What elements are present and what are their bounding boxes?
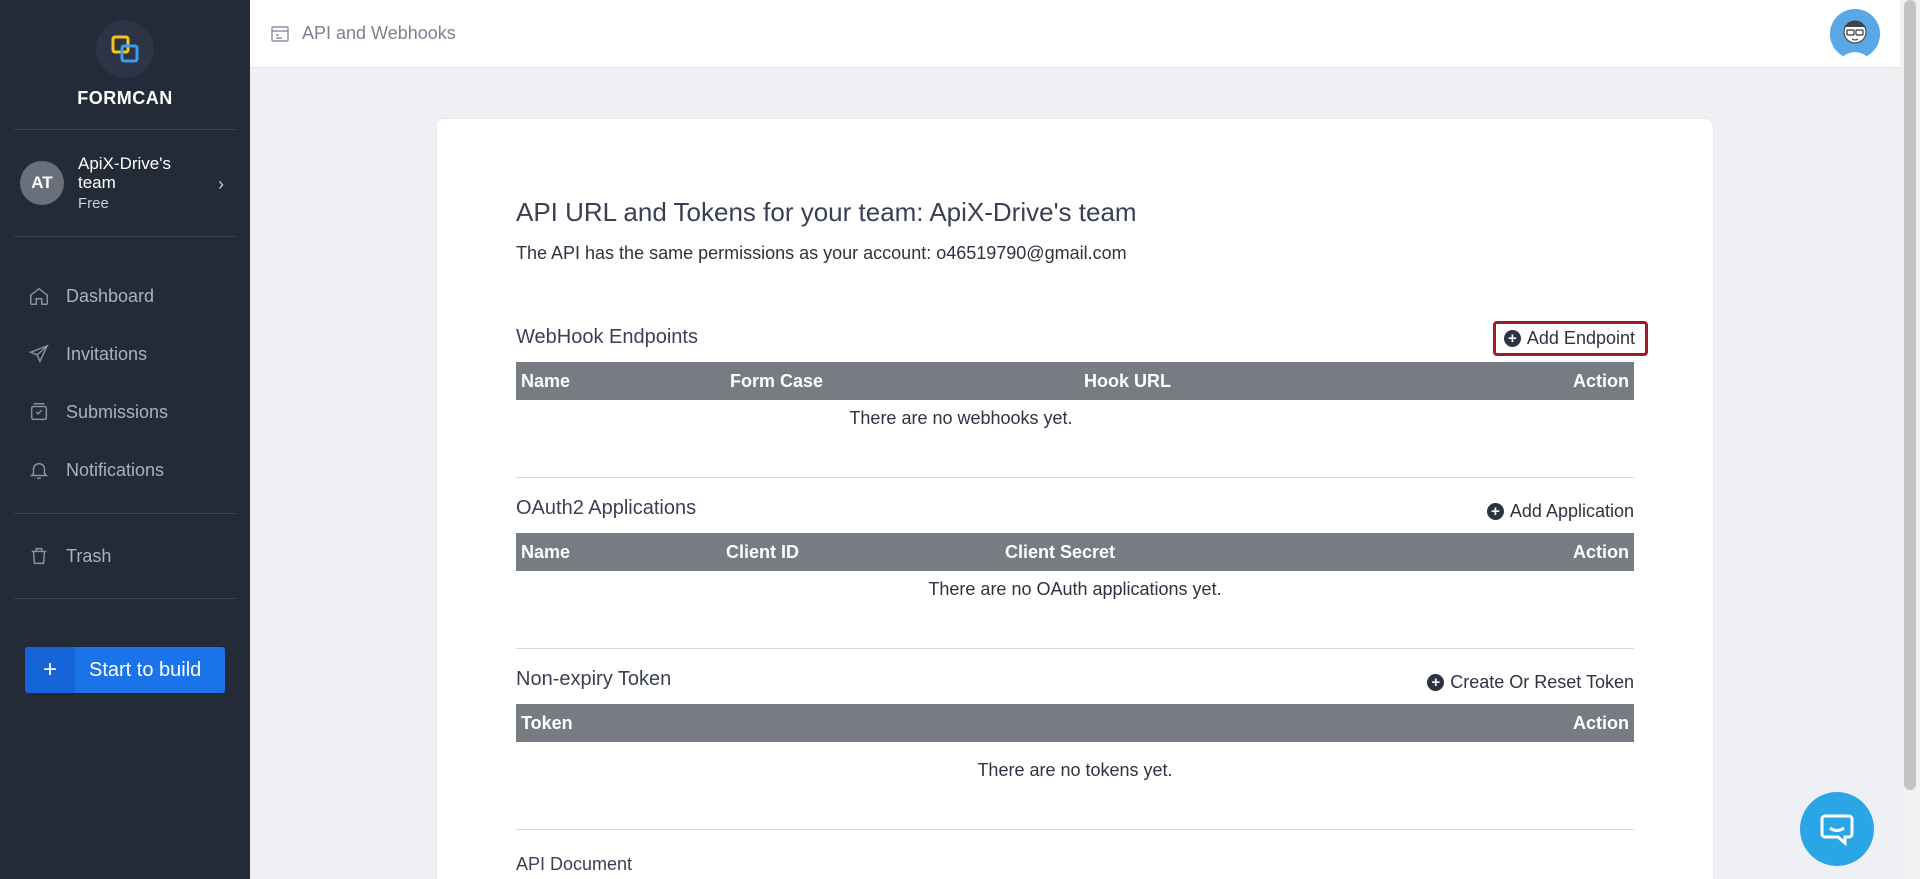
sidebar-item-invitations[interactable]: Invitations <box>14 325 236 383</box>
bell-icon <box>29 462 49 479</box>
add-endpoint-label: Add Endpoint <box>1526 328 1635 348</box>
sidebar-nav: Dashboard Invitations Submissions Notifi… <box>14 237 236 514</box>
sidebar-item-dashboard[interactable]: Dashboard <box>14 267 236 325</box>
team-plan: Free <box>78 194 109 212</box>
webhooks-table-header: Name Form Case Hook URL Action <box>516 362 1634 400</box>
start-to-build-label: Start to build <box>89 658 202 681</box>
chat-bubble-icon[interactable] <box>1800 792 1874 866</box>
brand-name: FORMCAN <box>77 88 173 108</box>
column-header: Form Case <box>730 371 824 391</box>
sidebar-item-submissions[interactable]: Submissions <box>14 383 236 441</box>
column-header: Action <box>1573 713 1629 733</box>
webhooks-empty-message: There are no webhooks yet. <box>849 408 1073 428</box>
token-title: Non-expiry Token <box>516 668 672 690</box>
sidebar-item-trash[interactable]: Trash <box>14 514 236 599</box>
page-breadcrumb: API and Webhooks <box>302 23 456 43</box>
create-reset-token-button[interactable]: + Create Or Reset Token <box>1427 672 1634 693</box>
plus-circle-icon: + <box>1486 503 1504 520</box>
plus-circle-icon: + <box>1503 330 1521 347</box>
column-header: Hook URL <box>1084 371 1171 391</box>
column-header: Client Secret <box>1005 542 1116 562</box>
token-empty-message: There are no tokens yet. <box>977 760 1173 780</box>
column-header: Name <box>521 542 571 562</box>
divider <box>516 829 1634 830</box>
sidebar-item-label: Submissions <box>66 401 169 422</box>
page-title: API URL and Tokens for your team: ApiX-D… <box>516 197 1137 227</box>
column-header: Action <box>1573 542 1629 562</box>
create-reset-token-label: Create Or Reset Token <box>1450 672 1634 692</box>
oauth-empty-message: There are no OAuth applications yet. <box>928 579 1222 599</box>
trash-icon <box>31 547 47 565</box>
page-subtitle: The API has the same permissions as your… <box>516 243 1127 263</box>
api-icon <box>271 25 289 42</box>
column-header: Action <box>1573 371 1629 391</box>
oauth-table-header: Name Client ID Client Secret Action <box>516 533 1634 571</box>
team-avatar: AT <box>20 161 64 205</box>
team-name: ApiX-Drive's team <box>78 153 171 192</box>
token-table-header: Token Action <box>516 704 1634 742</box>
column-header: Client ID <box>726 542 800 562</box>
formcan-logo-icon[interactable] <box>96 20 154 78</box>
plus-icon: + <box>25 647 75 693</box>
divider <box>516 648 1634 649</box>
add-endpoint-button[interactable]: + Add Endpoint <box>1492 321 1648 356</box>
sidebar: FORMCAN AT ApiX-Drive's team Free › Dash… <box>0 0 250 879</box>
sidebar-item-label: Notifications <box>66 459 165 480</box>
logo-area: FORMCAN <box>14 0 236 130</box>
start-to-build-button[interactable]: + Start to build <box>25 647 225 693</box>
sidebar-item-label: Invitations <box>66 343 148 364</box>
oauth-title: OAuth2 Applications <box>516 497 697 519</box>
home-icon <box>30 287 48 305</box>
add-application-button[interactable]: + Add Application <box>1486 501 1634 522</box>
team-switcher[interactable]: AT ApiX-Drive's team Free › <box>14 130 236 237</box>
add-application-label: Add Application <box>1509 501 1634 521</box>
top-bar: API and Webhooks <box>250 0 1900 68</box>
chevron-right-icon: › <box>218 174 224 194</box>
sidebar-item-label: Trash <box>66 545 112 566</box>
webhooks-title: WebHook Endpoints <box>516 326 698 348</box>
send-icon <box>28 344 49 364</box>
column-header: Name <box>521 371 571 391</box>
plus-circle-icon: + <box>1427 674 1445 691</box>
divider <box>516 477 1634 478</box>
api-document-link[interactable]: API Document <box>516 854 632 875</box>
user-avatar[interactable] <box>1830 9 1880 59</box>
sidebar-item-notifications[interactable]: Notifications <box>14 441 236 499</box>
scrollbar-thumb[interactable] <box>1904 0 1916 790</box>
api-card: API URL and Tokens for your team: ApiX-D… <box>436 118 1714 879</box>
sidebar-item-label: Dashboard <box>66 285 155 306</box>
column-header: Token <box>521 713 573 733</box>
inbox-icon <box>30 403 48 421</box>
page-scrollbar[interactable] <box>1900 0 1920 879</box>
